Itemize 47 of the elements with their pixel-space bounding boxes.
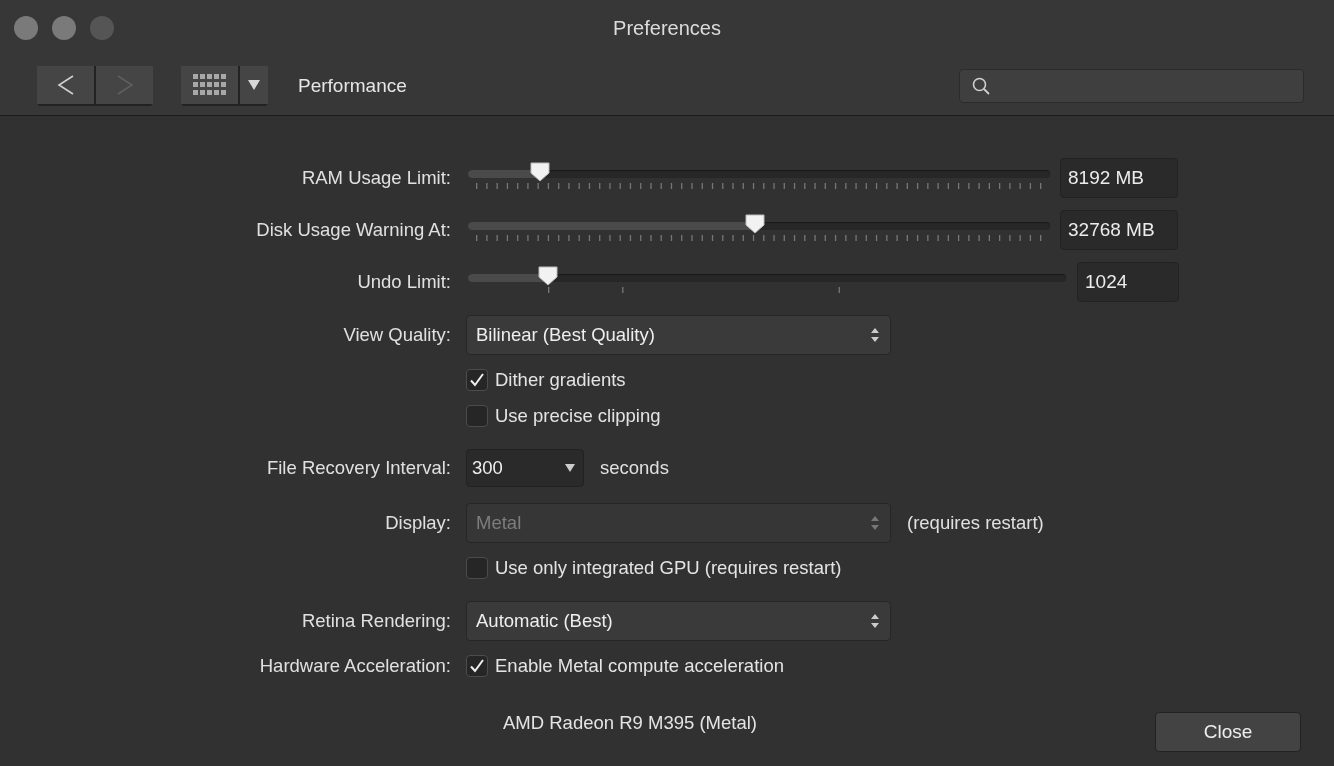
checkbox-label: Use only integrated GPU (requires restart): [495, 557, 842, 579]
checkbox-label: Dither gradients: [495, 369, 626, 391]
setting-label: File Recovery Interval:: [266, 457, 451, 478]
slider[interactable]: [468, 217, 1050, 243]
value-field[interactable]: 8192 MB: [1060, 158, 1178, 198]
checkbox[interactable]: [466, 557, 488, 579]
slider-thumb[interactable]: [743, 213, 766, 234]
select-field[interactable]: Automatic (Best): [466, 601, 891, 641]
slider-thumb[interactable]: [537, 265, 560, 286]
grid-view-button[interactable]: [181, 65, 238, 104]
checkbox[interactable]: [466, 369, 488, 391]
setting-label: Display:: [385, 512, 451, 533]
suffix-text: (requires restart): [907, 512, 1044, 534]
checkbox[interactable]: [466, 405, 488, 427]
checkbox[interactable]: [466, 655, 488, 677]
window-title: Preferences: [613, 16, 721, 40]
caret-icon: [565, 464, 575, 472]
setting-label: Hardware Acceleration:: [259, 655, 451, 676]
checkbox-label: Use precise clipping: [495, 405, 661, 427]
stepper-arrows-icon: [870, 613, 880, 629]
value-field[interactable]: 1024: [1077, 262, 1179, 302]
slider[interactable]: [468, 269, 1066, 295]
close-button[interactable]: Close: [1155, 712, 1301, 752]
back-button[interactable]: [37, 65, 94, 104]
setting-label: Disk Usage Warning At:: [256, 219, 451, 240]
setting-label: View Quality:: [343, 324, 451, 345]
setting-label: Undo Limit:: [357, 271, 451, 292]
close-window-icon[interactable]: [14, 16, 38, 40]
setting-label: RAM Usage Limit:: [301, 167, 451, 188]
slider[interactable]: [468, 165, 1050, 191]
stepper-arrows-icon: [870, 515, 880, 531]
search-field[interactable]: [959, 68, 1304, 103]
value-field[interactable]: 32768 MB: [1060, 210, 1178, 250]
grid-icon: [192, 73, 227, 96]
select-field[interactable]: Bilinear (Best Quality): [466, 315, 891, 355]
stepper-arrows-icon: [870, 327, 880, 343]
search-icon: [972, 76, 990, 95]
checkbox-label: Enable Metal compute acceleration: [495, 655, 784, 677]
minimize-window-icon[interactable]: [52, 16, 76, 40]
dropdown-button[interactable]: [240, 65, 268, 104]
setting-label: Retina Rendering:: [301, 610, 451, 631]
section-title: Performance: [298, 74, 407, 97]
suffix-text: seconds: [600, 457, 669, 479]
slider-thumb[interactable]: [529, 161, 552, 182]
gpu-name-text: AMD Radeon R9 M395 (Metal): [503, 712, 757, 734]
caret-icon: [248, 79, 260, 90]
interval-dropdown[interactable]: 300: [466, 449, 584, 487]
